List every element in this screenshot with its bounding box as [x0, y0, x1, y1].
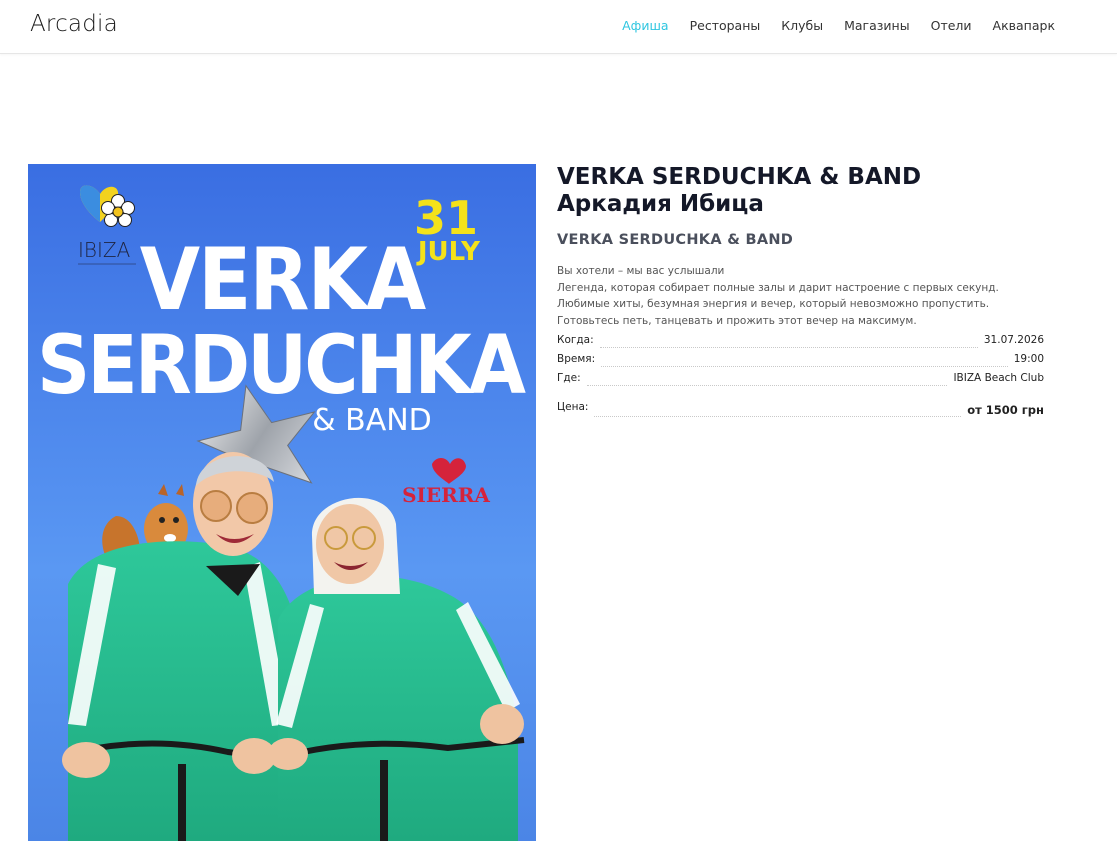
event-title-line2: Аркадия Ибица [557, 191, 764, 217]
poster-headline-1: VERKA [140, 231, 427, 330]
ibiza-logo-text: IBIZA [78, 238, 131, 262]
event-details: VERKA SERDUCHKA & BAND Аркадия Ибица VER… [557, 164, 1044, 425]
nav-item-shops[interactable]: Магазины [844, 18, 910, 33]
event-subtitle: VERKA SERDUCHKA & BAND [557, 232, 794, 248]
event-title-line1: VERKA SERDUCHKA & BAND [557, 164, 922, 190]
info-row-where: Где: IBIZA Beach Club [557, 372, 1044, 391]
nav-item-afisha[interactable]: Афиша [622, 18, 668, 33]
poster-date-month: JULY [416, 237, 481, 267]
event-poster: IBIZA 31 JULY VERKA SERDUCHKA & BAND SIE… [28, 164, 536, 841]
when-label: Когда: [557, 334, 594, 346]
nav-item-restaurants[interactable]: Рестораны [690, 18, 761, 33]
nav-item-clubs[interactable]: Клубы [781, 18, 823, 33]
main-nav: Афиша Рестораны Клубы Магазины Отели Акв… [601, 18, 1055, 33]
nav-item-hotels[interactable]: Отели [931, 18, 972, 33]
dotted-leader [594, 401, 962, 417]
price-value: от 1500 грн [967, 403, 1044, 417]
description-line: Готовьтесь петь, танцевать и прожить это… [557, 314, 917, 327]
poster-artwork: IBIZA 31 JULY VERKA SERDUCHKA & BAND SIE… [28, 164, 536, 841]
poster-headline-3: & BAND [312, 403, 432, 438]
event-title: VERKA SERDUCHKA & BAND Аркадия Ибица [557, 164, 1044, 218]
dotted-leader [601, 353, 1008, 367]
where-value: IBIZA Beach Club [953, 372, 1044, 384]
event-info-table: Когда: 31.07.2026 Время: 19:00 Где: IBIZ… [557, 334, 1044, 425]
description-line: Легенда, которая собирает полные залы и … [557, 281, 999, 294]
info-row-time: Время: 19:00 [557, 353, 1044, 372]
info-row-price: Цена: от 1500 грн [557, 401, 1044, 425]
site-logo[interactable]: Arcadia [30, 11, 118, 37]
time-label: Время: [557, 353, 596, 365]
poster-headline-2: SERDUCHKA [37, 319, 526, 413]
price-label: Цена: [557, 401, 589, 413]
where-label: Где: [557, 372, 581, 384]
time-value: 19:00 [1013, 353, 1044, 365]
site-header: Arcadia Афиша Рестораны Клубы Магазины О… [0, 0, 1117, 54]
info-row-when: Когда: 31.07.2026 [557, 334, 1044, 353]
description-line: Любимые хиты, безумная энергия и вечер, … [557, 298, 990, 310]
description-line: Вы хотели – мы вас услышали [557, 265, 725, 277]
sierra-logo-text: SIERRA [402, 483, 490, 507]
when-value: 31.07.2026 [983, 334, 1044, 346]
dotted-leader [599, 334, 978, 348]
nav-item-aquapark[interactable]: Аквапарк [993, 18, 1055, 33]
dotted-leader [586, 372, 948, 386]
event-description: Вы хотели – мы вас услышали Легенда, кот… [557, 263, 1044, 329]
